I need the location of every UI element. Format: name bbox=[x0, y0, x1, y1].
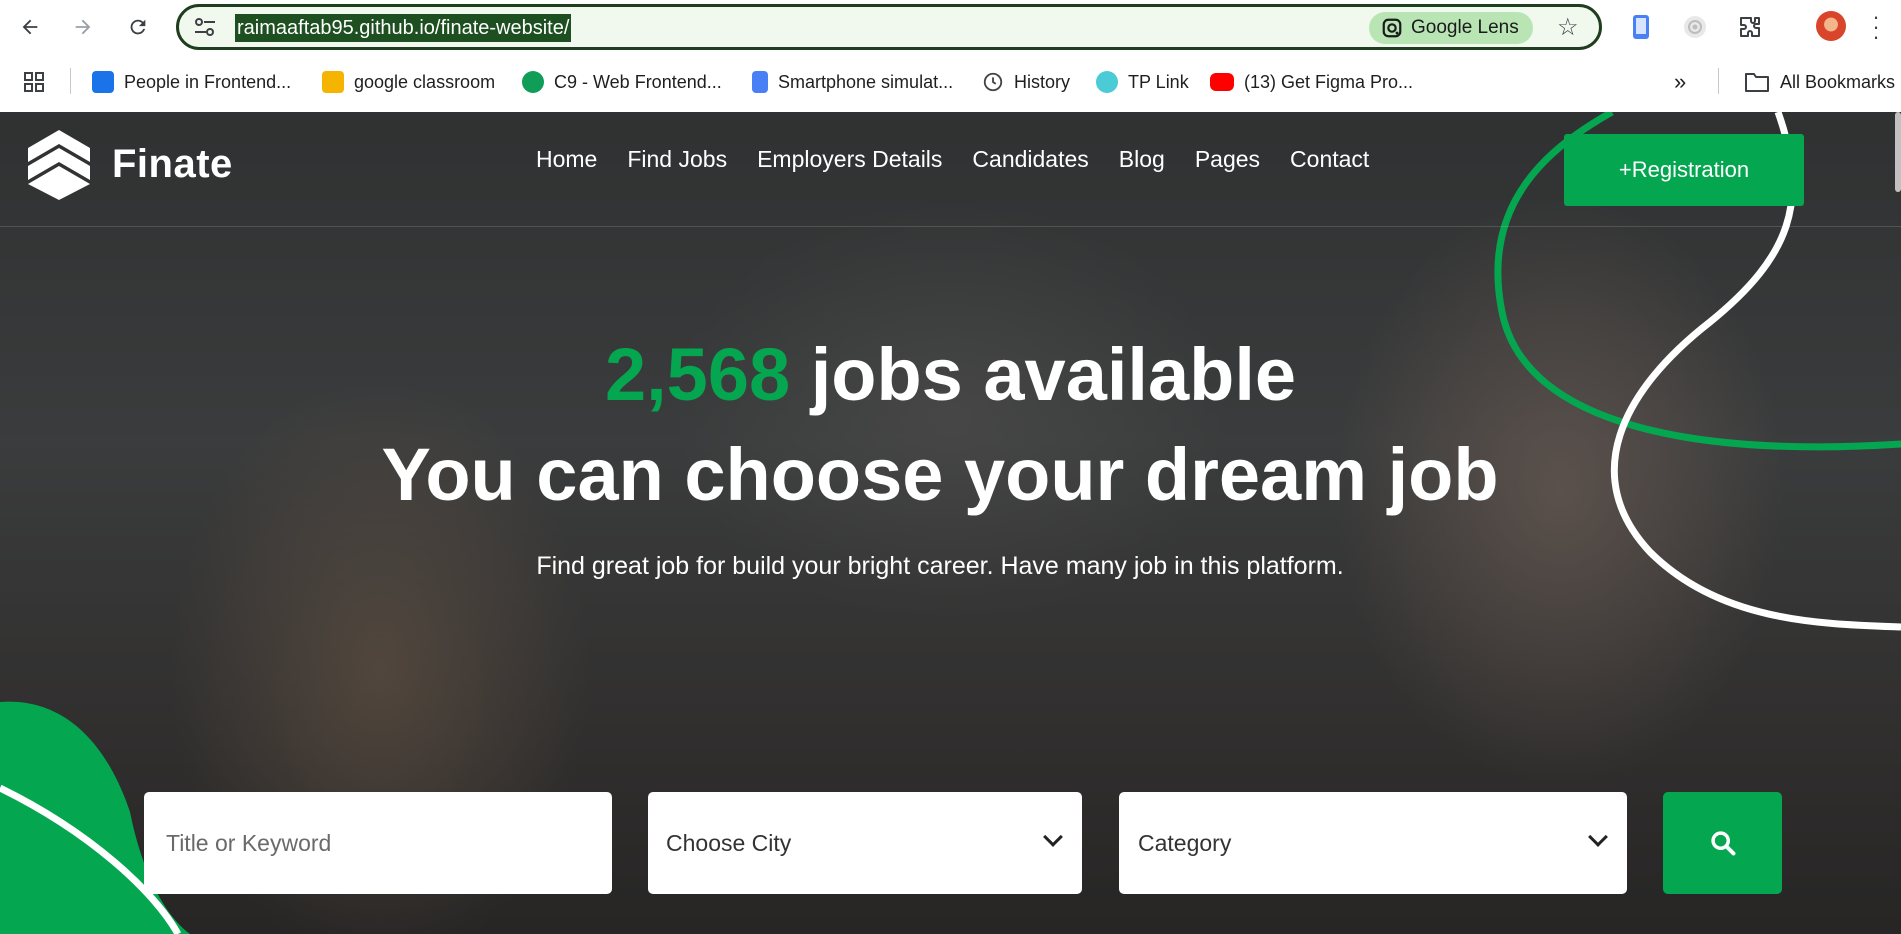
bookmark-label: google classroom bbox=[354, 71, 496, 92]
phone-extension-icon[interactable] bbox=[1624, 10, 1658, 44]
site-info-icon[interactable] bbox=[193, 16, 217, 38]
bookmark-smartphone-simulator[interactable]: Smartphone simulat... bbox=[752, 68, 953, 96]
page-scrollbar[interactable] bbox=[1895, 112, 1901, 192]
people-icon bbox=[92, 71, 114, 93]
all-bookmarks-folder[interactable]: All Bookmarks bbox=[1744, 68, 1895, 96]
nav-pages[interactable]: Pages bbox=[1195, 146, 1260, 173]
search-button[interactable] bbox=[1663, 792, 1782, 894]
header-divider bbox=[0, 226, 1901, 227]
keyword-field[interactable] bbox=[144, 792, 612, 894]
lens-icon bbox=[1382, 18, 1402, 38]
classroom-icon bbox=[322, 71, 344, 93]
city-select-value: Choose City bbox=[666, 829, 792, 856]
bookmark-label: (13) Get Figma Pro... bbox=[1244, 71, 1414, 92]
bookmark-label: Smartphone simulat... bbox=[778, 71, 954, 92]
more-bookmarks-chevron-icon[interactable]: » bbox=[1674, 68, 1686, 96]
bookmark-separator bbox=[70, 68, 71, 94]
jobs-available-heading: 2,568 jobs available bbox=[0, 332, 1901, 417]
bookmark-label: People in Frontend... bbox=[124, 71, 292, 92]
reload-icon[interactable] bbox=[121, 10, 155, 44]
bookmark-tp-link[interactable]: TP Link bbox=[1096, 68, 1189, 96]
bookmark-star-icon[interactable]: ☆ bbox=[1557, 13, 1579, 42]
chevron-down-icon bbox=[1588, 827, 1608, 847]
logo-text: Finate bbox=[112, 141, 233, 186]
bookmark-label: C9 - Web Frontend... bbox=[554, 71, 722, 92]
registration-button[interactable]: +Registration bbox=[1564, 134, 1804, 206]
nav-contact[interactable]: Contact bbox=[1290, 146, 1369, 173]
url-text[interactable]: raimaaftab95.github.io/finate-website/ bbox=[235, 14, 572, 42]
tplink-icon bbox=[1096, 71, 1118, 93]
city-select[interactable]: Choose City bbox=[648, 792, 1082, 894]
bookmarks-bar: People in Frontend... google classroom C… bbox=[0, 58, 1901, 106]
bookmark-label: TP Link bbox=[1128, 71, 1189, 92]
bookmark-history[interactable]: History bbox=[982, 68, 1070, 96]
bookmark-separator bbox=[1718, 68, 1719, 94]
forward-icon[interactable] bbox=[66, 10, 100, 44]
browser-toolbar: raimaaftab95.github.io/finate-website/ G… bbox=[0, 0, 1901, 54]
main-nav: Home Find Jobs Employers Details Candida… bbox=[536, 146, 1369, 173]
apps-grid-icon[interactable] bbox=[22, 68, 46, 96]
history-icon bbox=[983, 72, 1003, 92]
hero-subtitle: Find great job for build your bright car… bbox=[536, 552, 1344, 580]
dream-job-heading: You can choose your dream job bbox=[381, 433, 1499, 516]
nav-employers-details[interactable]: Employers Details bbox=[757, 146, 942, 173]
nav-blog[interactable]: Blog bbox=[1119, 146, 1165, 173]
youtube-icon bbox=[1210, 73, 1234, 91]
chevron-down-icon bbox=[1043, 827, 1063, 847]
search-icon bbox=[1710, 831, 1735, 856]
back-icon[interactable] bbox=[13, 10, 47, 44]
category-select[interactable]: Category bbox=[1119, 792, 1627, 894]
address-bar[interactable]: raimaaftab95.github.io/finate-website/ G… bbox=[176, 4, 1602, 50]
bookmark-people-in-frontend[interactable]: People in Frontend... bbox=[92, 68, 291, 96]
site-logo[interactable]: Finate bbox=[26, 128, 233, 200]
bookmark-get-figma-pro[interactable]: (13) Get Figma Pro... bbox=[1210, 68, 1413, 96]
folder-icon bbox=[1745, 73, 1769, 92]
bookmark-label: All Bookmarks bbox=[1780, 71, 1896, 92]
bookmark-label: History bbox=[1014, 71, 1071, 92]
chat-icon bbox=[522, 71, 544, 93]
bookmark-google-classroom[interactable]: google classroom bbox=[322, 68, 495, 96]
bookmark-c9-web-frontend[interactable]: C9 - Web Frontend... bbox=[522, 68, 722, 96]
lens-label: Google Lens bbox=[1411, 17, 1519, 38]
profile-avatar[interactable] bbox=[1816, 11, 1846, 41]
phone-icon bbox=[752, 71, 768, 93]
menu-kebab-icon[interactable]: · · · bbox=[1870, 6, 1882, 48]
category-select-value: Category bbox=[1138, 829, 1232, 856]
keyword-input[interactable] bbox=[166, 792, 612, 894]
hero-section: Finate Home Find Jobs Employers Details … bbox=[0, 112, 1901, 934]
camera-extension-icon[interactable] bbox=[1678, 10, 1712, 44]
page-viewport: Finate Home Find Jobs Employers Details … bbox=[0, 112, 1901, 934]
google-lens-button[interactable]: Google Lens bbox=[1369, 12, 1533, 44]
jobs-available-text: jobs available bbox=[790, 333, 1297, 416]
nav-find-jobs[interactable]: Find Jobs bbox=[627, 146, 727, 173]
nav-home[interactable]: Home bbox=[536, 146, 597, 173]
finate-logo-icon bbox=[28, 130, 90, 200]
job-count: 2,568 bbox=[604, 333, 791, 416]
extensions-puzzle-icon[interactable] bbox=[1733, 10, 1767, 44]
nav-candidates[interactable]: Candidates bbox=[972, 146, 1088, 173]
